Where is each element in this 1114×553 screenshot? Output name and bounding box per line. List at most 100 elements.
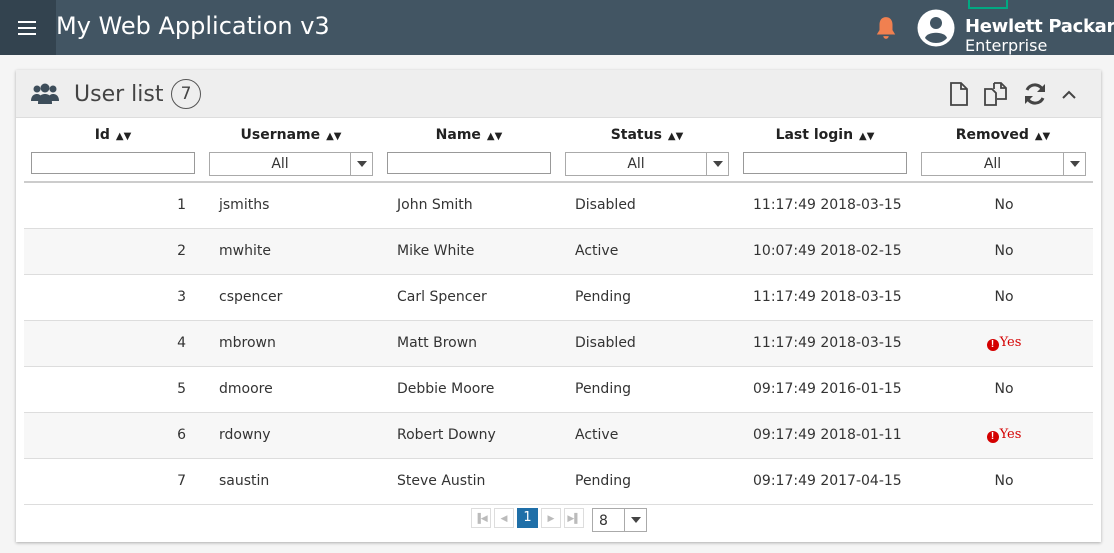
removed-filter-select[interactable]: All: [921, 152, 1086, 176]
name-filter-input[interactable]: [387, 152, 551, 174]
cell-name: John Smith: [397, 197, 473, 213]
hamburger-icon: [18, 20, 36, 35]
cell-name: Robert Downy: [397, 427, 496, 443]
table-row[interactable]: 1 jsmiths John Smith Disabled 11:17:49 2…: [24, 183, 1093, 229]
cell-removed: No: [994, 289, 1014, 305]
app-title: My Web Application v3: [56, 12, 330, 40]
cell-removed: No: [994, 197, 1014, 213]
cell-id: 6: [177, 427, 186, 443]
refresh-button[interactable]: [1022, 81, 1048, 107]
cell-status: Pending: [575, 289, 631, 305]
cell-username: jsmiths: [219, 197, 270, 213]
user-list-card: User list 7 Id ▲▼ Username ▲▼ Name ▲▼ St…: [16, 70, 1101, 542]
column-header-last-login[interactable]: Last login ▲▼: [736, 127, 914, 143]
column-label-last-login: Last login: [775, 127, 854, 143]
cell-last-login: 09:17:49 2018-01-11: [753, 427, 902, 443]
notifications-button[interactable]: [873, 15, 899, 46]
id-filter-input[interactable]: [31, 152, 195, 174]
cell-id: 4: [177, 335, 186, 351]
cell-username: cspencer: [219, 289, 283, 305]
hpe-logo-rectangle: [968, 0, 1008, 9]
column-label-id: Id: [94, 127, 110, 143]
cell-id: 7: [177, 473, 186, 489]
top-bar: My Web Application v3 Hewlett Packard En…: [0, 0, 1114, 55]
sort-icon: ▲▼: [667, 131, 684, 142]
collapse-button[interactable]: [1056, 81, 1082, 107]
copy-icon: [984, 82, 1007, 106]
cell-last-login: 10:07:49 2018-02-15: [753, 243, 902, 259]
table-row[interactable]: 5 dmoore Debbie Moore Pending 09:17:49 2…: [24, 367, 1093, 413]
next-page-button[interactable]: ▶: [541, 508, 561, 528]
chevron-up-icon: [1062, 90, 1076, 99]
cell-last-login: 09:17:49 2017-04-15: [753, 473, 902, 489]
removed-yes-text: Yes: [999, 427, 1022, 442]
cell-username: saustin: [219, 473, 270, 489]
card-title: User list: [74, 82, 164, 107]
username-filter-value: All: [271, 156, 289, 172]
table-row[interactable]: 4 mbrown Matt Brown Disabled 11:17:49 20…: [24, 321, 1093, 367]
table-row[interactable]: 3 cspencer Carl Spencer Pending 11:17:49…: [24, 275, 1093, 321]
table-row[interactable]: 7 saustin Steve Austin Pending 09:17:49 …: [24, 459, 1093, 505]
chevron-down-icon: [1063, 153, 1085, 175]
table-row[interactable]: 6 rdowny Robert Downy Active 09:17:49 20…: [24, 413, 1093, 459]
refresh-icon: [1025, 83, 1045, 105]
sort-icon: ▲▼: [486, 131, 503, 142]
cell-name: Steve Austin: [397, 473, 486, 489]
bell-icon: [876, 17, 896, 39]
cell-status: Pending: [575, 473, 631, 489]
cell-username: rdowny: [219, 427, 271, 443]
chevron-down-icon: [350, 153, 372, 175]
cell-last-login: 11:17:49 2018-03-15: [753, 335, 902, 351]
column-header-name[interactable]: Name ▲▼: [380, 127, 558, 143]
user-avatar-icon: [917, 9, 955, 47]
card-header: User list 7: [16, 70, 1101, 118]
status-filter-select[interactable]: All: [565, 152, 729, 176]
menu-button[interactable]: [0, 0, 56, 55]
status-filter-value: All: [627, 156, 645, 172]
cell-removed: ! Yes: [924, 335, 1084, 351]
page-size-select[interactable]: 8: [592, 508, 647, 532]
cell-name: Matt Brown: [397, 335, 478, 351]
new-document-button[interactable]: [946, 81, 972, 107]
exclamation-circle-icon: !: [986, 339, 999, 351]
column-header-removed[interactable]: Removed ▲▼: [914, 127, 1092, 143]
username-filter-select[interactable]: All: [209, 152, 373, 176]
chevron-down-icon: [624, 509, 646, 531]
column-label-name: Name: [435, 127, 481, 143]
previous-page-button[interactable]: ◀: [494, 508, 514, 528]
column-label-username: Username: [240, 127, 321, 143]
cell-name: Debbie Moore: [397, 381, 495, 397]
cell-removed: ! Yes: [924, 427, 1084, 443]
cell-last-login: 09:17:49 2016-01-15: [753, 381, 902, 397]
last-login-filter-input[interactable]: [743, 152, 907, 174]
column-header-username[interactable]: Username ▲▼: [202, 127, 380, 143]
next-page-icon: ▶: [547, 512, 555, 523]
users-icon: [31, 82, 59, 111]
brand-line2: Enterprise: [965, 36, 1048, 55]
cell-last-login: 11:17:49 2018-03-15: [753, 197, 902, 213]
cell-id: 1: [177, 197, 186, 213]
cell-status: Disabled: [575, 335, 636, 351]
removed-filter-value: All: [983, 156, 1002, 172]
cell-name: Mike White: [397, 243, 475, 259]
cell-status: Active: [575, 243, 619, 259]
current-page-button[interactable]: 1: [517, 508, 538, 528]
column-header-id[interactable]: Id ▲▼: [24, 127, 202, 143]
cell-username: dmoore: [219, 381, 273, 397]
table-row[interactable]: 2 mwhite Mike White Active 10:07:49 2018…: [24, 229, 1093, 275]
first-page-button[interactable]: ▐◀: [471, 508, 491, 528]
last-page-button[interactable]: ▶▌: [564, 508, 584, 528]
sort-icon: ▲▼: [1034, 131, 1051, 142]
column-header-status[interactable]: Status ▲▼: [558, 127, 736, 143]
sort-icon: ▲▼: [326, 131, 342, 142]
cell-username: mbrown: [219, 335, 276, 351]
column-label-status: Status: [610, 127, 662, 143]
cell-username: mwhite: [219, 243, 271, 259]
copy-button[interactable]: [983, 81, 1009, 107]
user-account-button[interactable]: [917, 9, 955, 52]
cell-removed: No: [994, 381, 1014, 397]
exclamation-circle-icon: !: [986, 431, 999, 443]
column-label-removed: Removed: [955, 127, 1029, 143]
page-size-value: 8: [599, 513, 608, 529]
cell-status: Disabled: [575, 197, 636, 213]
